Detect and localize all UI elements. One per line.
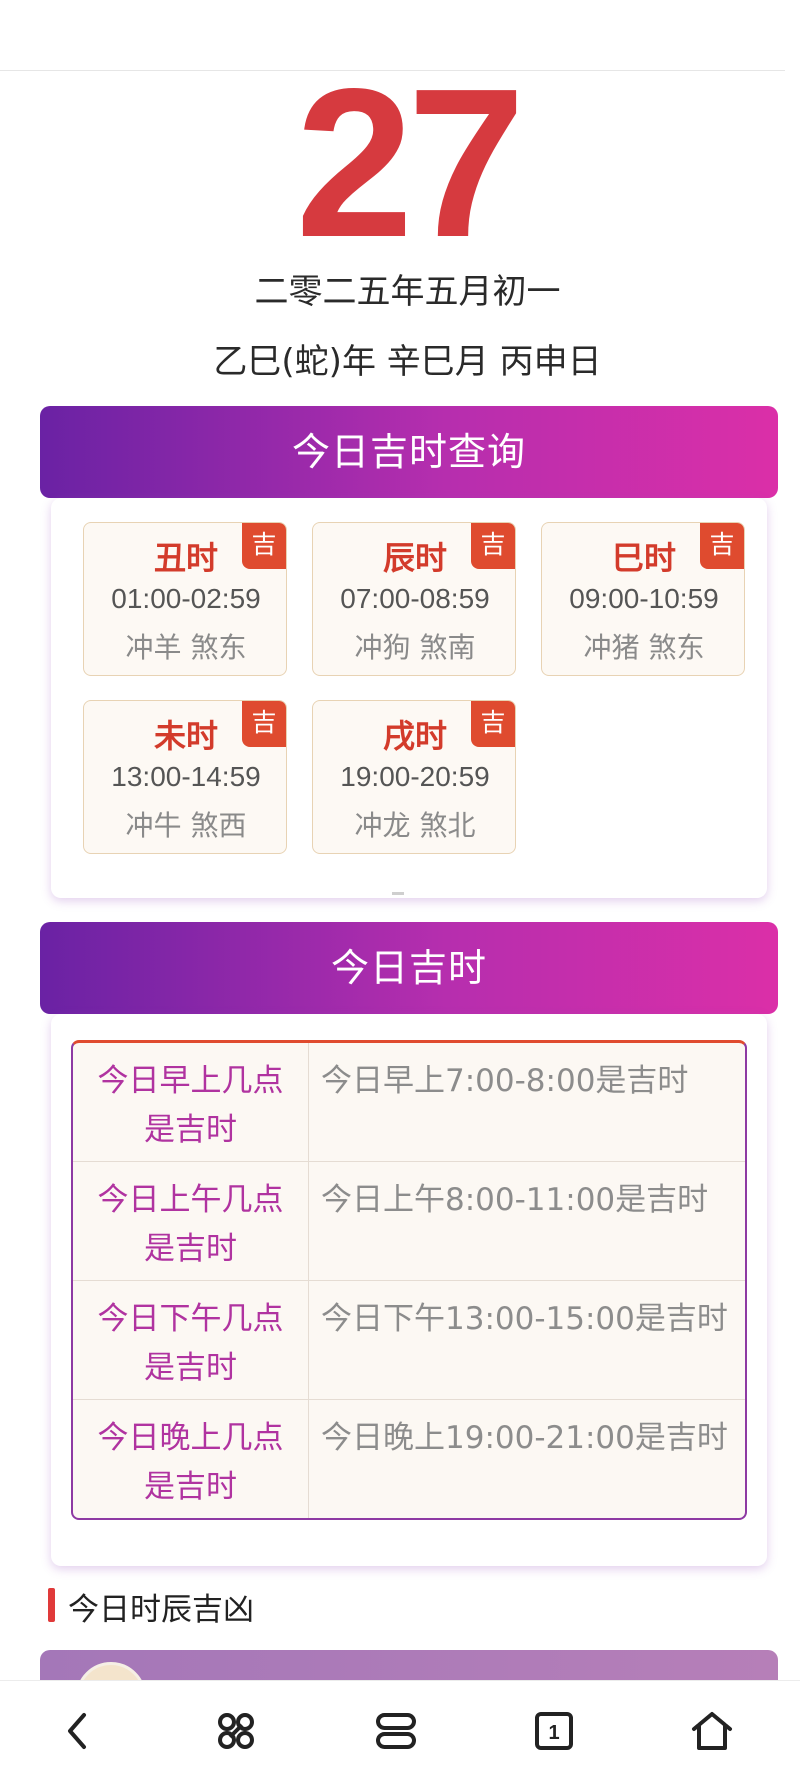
tabs-icon: 1 <box>535 1712 573 1750</box>
question-cell: 今日下午几点 是吉时 <box>73 1281 309 1399</box>
question-line: 是吉时 <box>144 1112 237 1148</box>
hour-clash-info: 冲狗 煞南 <box>354 631 476 664</box>
tabs-button[interactable]: 1 <box>526 1703 582 1759</box>
lucky-tag: 吉 <box>242 701 286 747</box>
hour-time: 07:00-08:59 <box>340 583 490 614</box>
question-line: 是吉时 <box>144 1231 237 1267</box>
answer-cell: 今日晚上19:00-21:00是吉时 <box>321 1420 728 1456</box>
lucky-today-banner: 今日吉时 <box>40 922 778 1014</box>
answer-cell: 今日上午8:00-11:00是吉时 <box>321 1182 709 1218</box>
menu-icon <box>376 1713 416 1749</box>
hour-time: 13:00-14:59 <box>111 761 261 792</box>
lucky-tag: 吉 <box>242 523 286 569</box>
hour-clash-info: 冲龙 煞北 <box>354 809 476 842</box>
hour-time: 01:00-02:59 <box>111 583 261 614</box>
table-row: 今日下午几点 是吉时 今日下午13:00-15:00是吉时 <box>73 1280 745 1399</box>
day-number: 27 <box>295 44 526 281</box>
hour-clash-info: 冲羊 煞东 <box>125 631 247 664</box>
section-title: 今日时辰吉凶 <box>68 1592 254 1628</box>
lucky-tag: 吉 <box>471 701 515 747</box>
question-cell: 今日上午几点 是吉时 <box>73 1162 309 1280</box>
hour-card[interactable]: 辰时 吉 07:00-08:59 冲狗 煞南 <box>312 522 516 676</box>
answer-cell: 今日下午13:00-15:00是吉时 <box>321 1301 728 1337</box>
question-line: 今日晚上几点 <box>97 1420 284 1456</box>
section-accent-bar <box>48 1588 55 1622</box>
hour-clash-info: 冲猪 煞东 <box>583 631 705 664</box>
shortcuts-icon <box>218 1713 254 1749</box>
hour-card[interactable]: 丑时 吉 01:00-02:59 冲羊 煞东 <box>83 522 287 676</box>
question-line: 今日上午几点 <box>97 1182 284 1218</box>
table-row: 今日晚上几点 是吉时 今日晚上19:00-21:00是吉时 <box>73 1399 745 1518</box>
question-line: 今日下午几点 <box>97 1301 284 1337</box>
back-icon <box>68 1713 86 1749</box>
hour-time: 19:00-20:59 <box>340 761 490 792</box>
shortcuts-button[interactable] <box>208 1703 264 1759</box>
home-button[interactable] <box>684 1703 740 1759</box>
lucky-times-table: 今日早上几点 是吉时 今日早上7:00-8:00是吉时 今日上午几点 是吉时 今… <box>71 1040 747 1520</box>
scroll-indicator <box>392 892 404 895</box>
menu-button[interactable] <box>368 1703 424 1759</box>
question-line: 是吉时 <box>144 1469 237 1505</box>
question-cell: 今日早上几点 是吉时 <box>73 1043 309 1161</box>
hour-time: 09:00-10:59 <box>569 583 719 614</box>
lunar-date: 二零二五年五月初一 <box>254 272 561 312</box>
question-cell: 今日晚上几点 是吉时 <box>73 1400 309 1518</box>
home-icon <box>692 1712 732 1750</box>
lucky-tag: 吉 <box>700 523 744 569</box>
hour-card[interactable]: 戌时 吉 19:00-20:59 冲龙 煞北 <box>312 700 516 854</box>
hour-card[interactable]: 巳时 吉 09:00-10:59 冲猪 煞东 <box>541 522 745 676</box>
question-line: 是吉时 <box>144 1350 237 1386</box>
ganzhi-date: 乙巳(蛇)年 辛巳月 丙申日 <box>213 342 602 382</box>
hour-clash-info: 冲牛 煞西 <box>125 809 247 842</box>
tab-count: 1 <box>548 1722 559 1744</box>
answer-cell: 今日早上7:00-8:00是吉时 <box>321 1063 689 1099</box>
bottom-nav-bar: 1 <box>0 1680 800 1779</box>
lucky-hours-card: 丑时 吉 01:00-02:59 冲羊 煞东 辰时 吉 07:00-08:59 … <box>51 498 767 898</box>
lucky-tag: 吉 <box>471 523 515 569</box>
hour-card[interactable]: 未时 吉 13:00-14:59 冲牛 煞西 <box>83 700 287 854</box>
lucky-hours-query-banner: 今日吉时查询 <box>40 406 778 498</box>
table-row: 今日上午几点 是吉时 今日上午8:00-11:00是吉时 <box>73 1161 745 1280</box>
question-line: 今日早上几点 <box>97 1063 284 1099</box>
table-row: 今日早上几点 是吉时 今日早上7:00-8:00是吉时 <box>73 1043 745 1161</box>
back-button[interactable] <box>50 1703 106 1759</box>
